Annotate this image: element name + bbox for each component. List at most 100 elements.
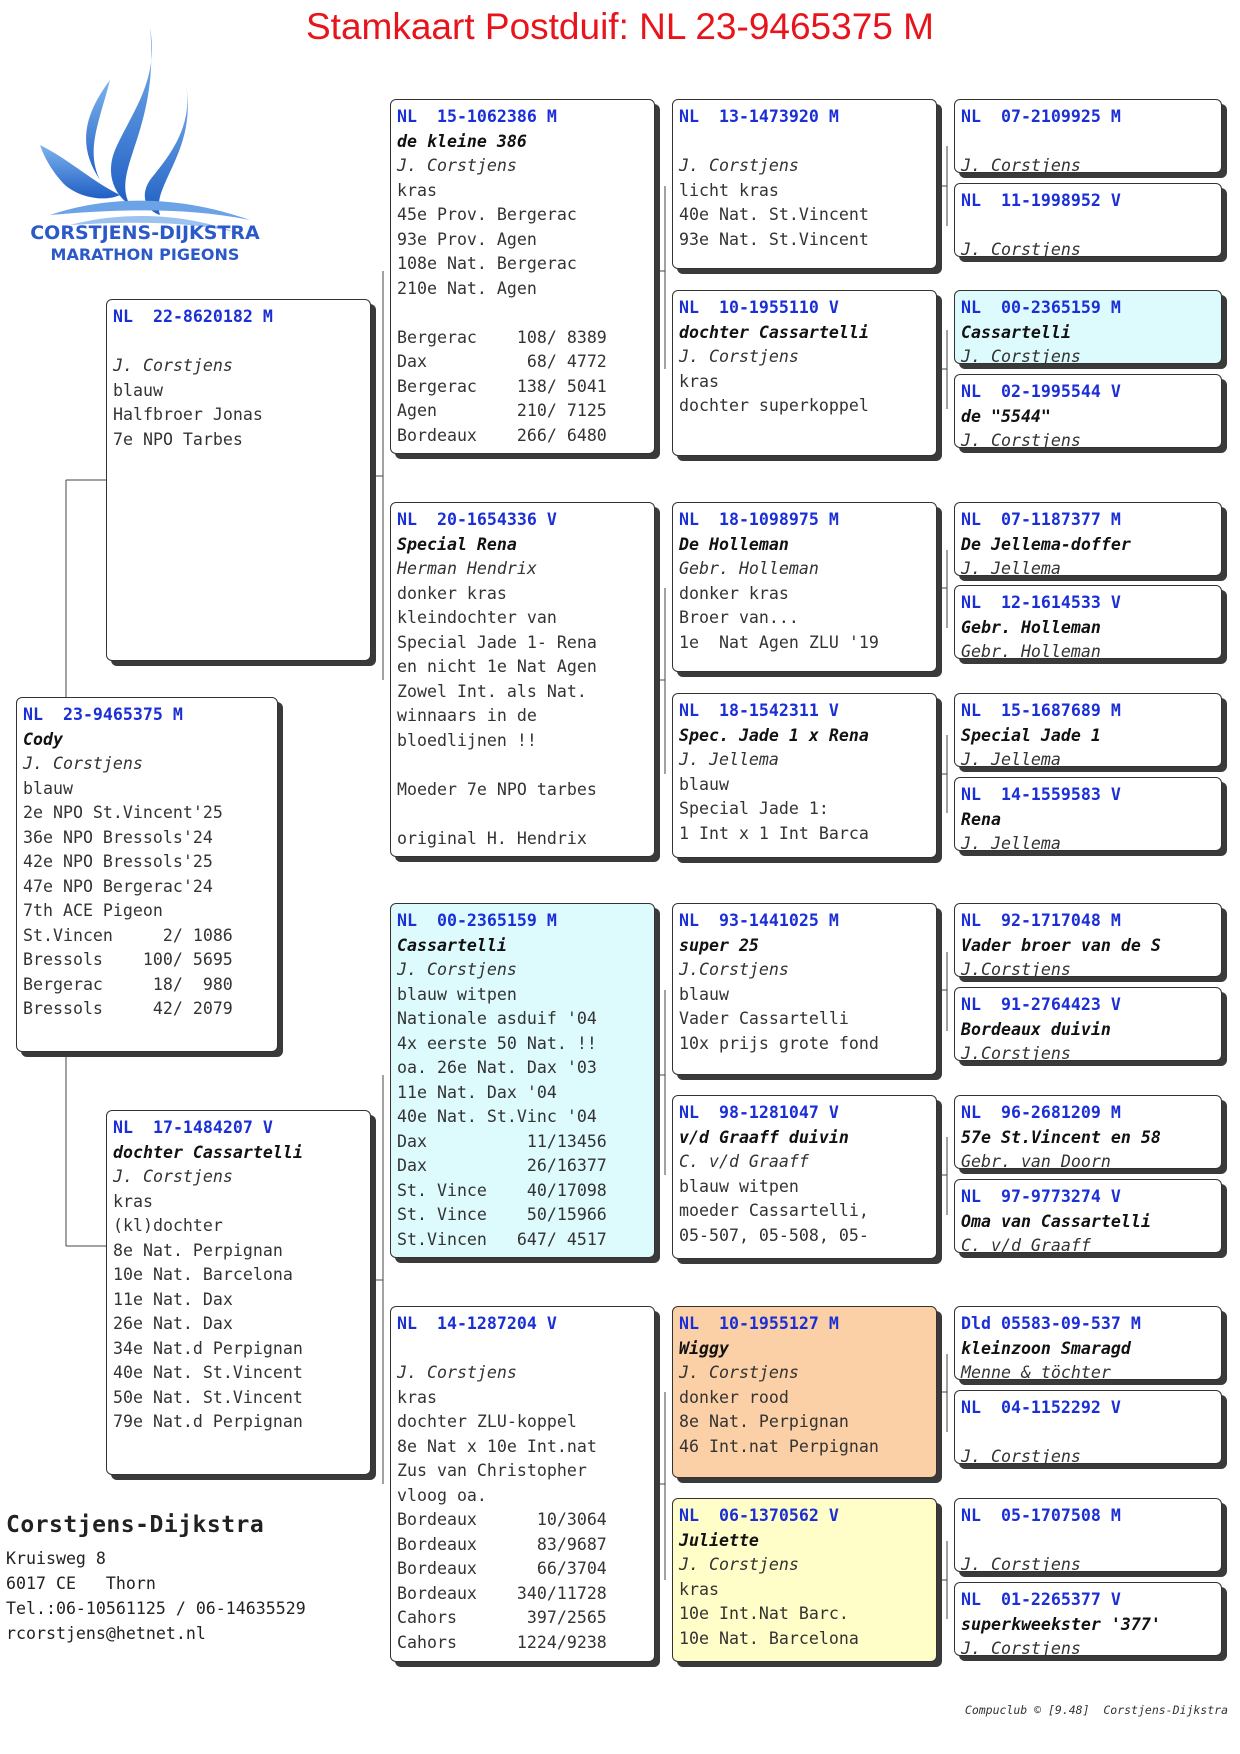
pedigree-box-ffm[interactable]: NL 10-1955110 V dochter Cassartelli J. Cor… <box>672 290 937 456</box>
pedigree-box-ffmm[interactable]: NL 02-1995544 V de "5544" J. Corstjens <box>954 374 1222 448</box>
pedigree-box-mffm[interactable]: NL 91-2764423 V Bordeaux duivin J.Corstjen… <box>954 987 1222 1061</box>
ring-number: NL 01-2265377 V <box>961 1590 1121 1609</box>
pedigree-box-mmf[interactable]: NL 10-1955127 M Wiggy J. Corstjens donker r… <box>672 1306 937 1478</box>
info-line: Bordeaux 83/9687 <box>397 1534 607 1554</box>
info-line: Broer van... <box>679 608 799 627</box>
pedigree-box-fffm[interactable]: NL 11-1998952 V J. Corstjens <box>954 183 1222 257</box>
pigeon-name <box>961 1421 1215 1446</box>
ring-number: NL 06-1370562 V <box>679 1506 839 1525</box>
breeder-phone: Tel.:06-10561125 / 06-14635529 <box>6 1599 306 1618</box>
info-line: 11e Nat. Dax <box>113 1289 233 1309</box>
pigeon-name: Cassartelli <box>397 935 507 955</box>
pedigree-box-fm[interactable]: NL 20-1654336 V Special Rena Herman Hendri… <box>390 502 655 857</box>
pedigree-box-f[interactable]: NL 22-8620182 M J. Corstjens blauw Halfbro… <box>106 299 371 661</box>
pedigree-box-ffff[interactable]: NL 07-2109925 M J. Corstjens <box>954 99 1222 173</box>
info-line: St.Vincen 647/ 4517 <box>397 1229 607 1249</box>
info-line: donker kras <box>397 583 507 603</box>
owner-name: J. Corstjens <box>679 347 799 366</box>
pigeon-name <box>961 130 1215 155</box>
pigeon-name <box>397 1337 648 1362</box>
pedigree-box-ffmf[interactable]: NL 00-2365159 M Cassartelli J. Corstjens <box>954 290 1222 364</box>
info-line: kras <box>113 1191 153 1211</box>
ring-number: NL 00-2365159 M <box>961 298 1121 317</box>
pedigree-box-subject[interactable]: NL 23-9465375 M Cody J. Corstjens blauw 2e N… <box>16 697 278 1052</box>
owner-name: J.Corstjens <box>961 1044 1071 1061</box>
info-line: dochter superkoppel <box>679 396 869 415</box>
pedigree-box-m[interactable]: NL 17-1484207 V dochter Cassartelli J. Cor… <box>106 1110 371 1475</box>
info-line: Bressols 100/ 5695 <box>23 950 233 969</box>
pedigree-box-fmff[interactable]: NL 07-1187377 M De Jellema-doffer J. Jelle… <box>954 502 1222 576</box>
pigeon-name: Juliette <box>679 1530 759 1550</box>
info-line: 42e NPO Bressols'25 <box>23 852 213 871</box>
info-line: Bressols 42/ 2079 <box>23 999 233 1018</box>
owner-name: J. Corstjens <box>679 156 799 175</box>
owner-name: J. Corstjens <box>961 431 1081 448</box>
ring-number: NL 07-2109925 M <box>961 107 1121 126</box>
breeder-email[interactable]: rcorstjens@hetnet.nl <box>6 1621 306 1646</box>
info-line: 10e Int.Nat Barc. <box>679 1604 849 1623</box>
owner-name: J. Corstjens <box>961 156 1081 173</box>
pedigree-box-mf[interactable]: NL 00-2365159 M Cassartelli J. Corstjens bl… <box>390 903 655 1258</box>
info-line <box>397 753 648 778</box>
pigeon-name: de "5544" <box>961 406 1051 426</box>
pedigree-box-mmmm[interactable]: NL 01-2265377 V superkweekster '377' J. Co… <box>954 1582 1222 1656</box>
owner-name: J.Corstjens <box>961 960 1071 977</box>
info-line: Bordeaux 10/3064 <box>397 1510 607 1529</box>
ring-number: NL 18-1098975 M <box>679 510 839 529</box>
ring-number: NL 96-2681209 M <box>961 1103 1121 1122</box>
info-line <box>397 301 648 326</box>
ring-number: NL 05-1707508 M <box>961 1506 1121 1525</box>
pedigree-box-mmfm[interactable]: NL 04-1152292 V J. Corstjens <box>954 1390 1222 1464</box>
pigeon-name: dochter Cassartelli <box>679 322 869 342</box>
owner-name: Gebr. van Doorn <box>961 1152 1111 1169</box>
pedigree-box-fmm[interactable]: NL 18-1542311 V Spec. Jade 1 x Rena J. Jel… <box>672 693 937 858</box>
info-line: kras <box>397 1387 437 1407</box>
info-line: 10x prijs grote fond <box>679 1033 879 1053</box>
ring-number: NL 10-1955110 V <box>679 298 839 317</box>
pigeon-name: Vader broer van de S <box>961 935 1161 955</box>
info-line: 1e Nat Agen ZLU '19 <box>679 632 879 652</box>
ring-number: NL 91-2764423 V <box>961 995 1121 1014</box>
info-line: 11e Nat. Dax '04 <box>397 1082 557 1102</box>
pedigree-box-mmmf[interactable]: NL 05-1707508 M J. Corstjens <box>954 1498 1222 1572</box>
pedigree-box-fmmf[interactable]: NL 15-1687689 M Special Jade 1 J. Jellema <box>954 693 1222 767</box>
owner-name: C. v/d Graaff <box>961 1236 1091 1253</box>
pigeon-name: Cody <box>23 729 63 749</box>
pedigree-box-mmm[interactable]: NL 06-1370562 V Juliette J. Corstjens kras 1… <box>672 1498 937 1662</box>
pedigree-box-fmf[interactable]: NL 18-1098975 M De Holleman Gebr. Holleman… <box>672 502 937 672</box>
ring-number: NL 97-9773274 V <box>961 1187 1121 1206</box>
pedigree-box-ff[interactable]: NL 15-1062386 M de kleine 386 J. Corstjens… <box>390 99 655 454</box>
pedigree-box-fff[interactable]: NL 13-1473920 M J. Corstjens licht kras 40… <box>672 99 937 269</box>
pigeon-name: Oma van Cassartelli <box>961 1211 1151 1231</box>
pedigree-box-mff[interactable]: NL 93-1441025 M super 25 J.Corstjens blauw V… <box>672 903 937 1075</box>
owner-name: J. Corstjens <box>23 754 143 773</box>
info-line: 50e Nat. St.Vincent <box>113 1387 303 1407</box>
pedigree-box-mfmm[interactable]: NL 97-9773274 V Oma van Cassartelli C. v/d… <box>954 1179 1222 1253</box>
info-line: 40e Nat. St.Vincent <box>113 1363 303 1382</box>
info-line: Bordeaux 66/3704 <box>397 1559 607 1578</box>
info-line: 79e Nat.d Perpignan <box>113 1412 303 1431</box>
owner-name: J. Corstjens <box>961 1447 1081 1464</box>
owner-name: J. Jellema <box>961 834 1061 851</box>
pedigree-box-mmff[interactable]: Dld 05583-09-537 M kleinzoon Smaragd Menne… <box>954 1306 1222 1380</box>
info-line: blauw <box>679 774 729 794</box>
breeder-postcode-city: 6017 CE Thorn <box>6 1574 156 1593</box>
info-line: 10e Nat. Barcelona <box>679 1628 859 1648</box>
info-line: 40e Nat. St.Vincent <box>679 205 869 224</box>
pigeon-name: v/d Graaff duivin <box>679 1127 849 1147</box>
ring-number: NL 04-1152292 V <box>961 1398 1121 1417</box>
pigeon-name <box>113 330 364 355</box>
ring-number: NL 00-2365159 M <box>397 911 557 930</box>
info-line: Cahors 1224/9238 <box>397 1632 607 1652</box>
pedigree-box-mfff[interactable]: NL 92-1717048 M Vader broer van de S J.Cor… <box>954 903 1222 977</box>
pigeon-name: Gebr. Holleman <box>961 617 1101 637</box>
pedigree-box-fmfm[interactable]: NL 12-1614533 V Gebr. Holleman Gebr. Holle… <box>954 585 1222 659</box>
pedigree-box-fmmm[interactable]: NL 14-1559583 V Rena J. Jellema <box>954 777 1222 851</box>
pedigree-box-mfmf[interactable]: NL 96-2681209 M 57e St.Vincent en 58 Gebr.… <box>954 1095 1222 1169</box>
pedigree-box-mm[interactable]: NL 14-1287204 V J. Corstjens kras dochter … <box>390 1306 655 1662</box>
breeder-address: Kruisweg 8 <box>6 1549 106 1568</box>
info-line: 8e Nat x 10e Int.nat <box>397 1436 597 1456</box>
info-line: Halfbroer Jonas <box>113 405 263 424</box>
pedigree-box-mfm[interactable]: NL 98-1281047 V v/d Graaff duivin C. v/d G… <box>672 1095 937 1259</box>
owner-name: C. v/d Graaff <box>679 1152 809 1171</box>
